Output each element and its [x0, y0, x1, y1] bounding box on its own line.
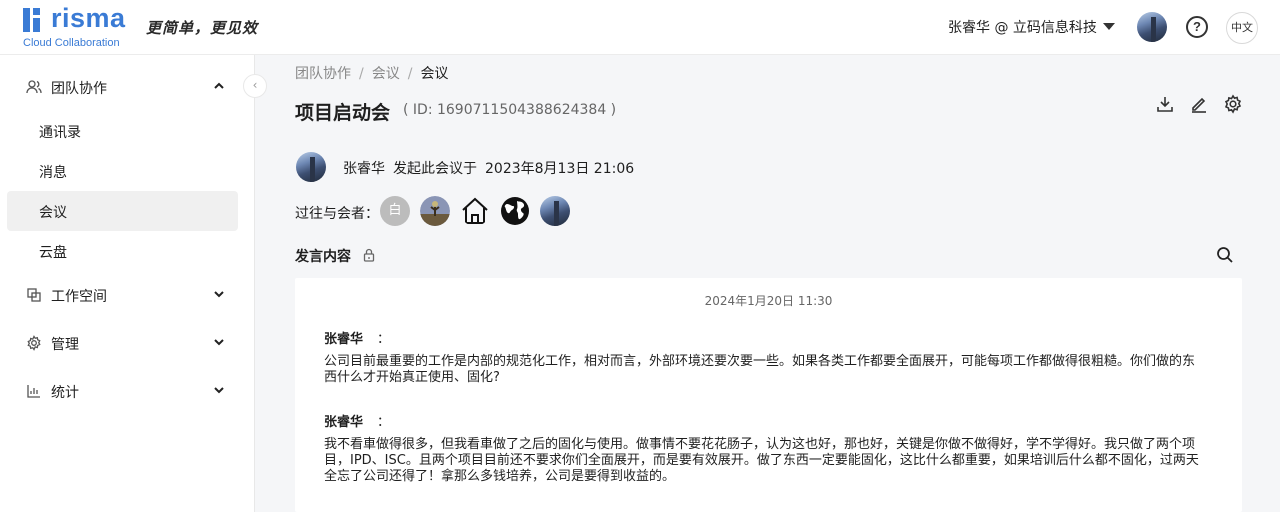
language-switch-button[interactable]: 中文 — [1226, 12, 1258, 44]
edit-icon[interactable] — [1189, 94, 1209, 114]
breadcrumb-item-meetings[interactable]: 会议 — [372, 66, 400, 82]
breadcrumb-item-current: 会议 — [420, 66, 449, 82]
sidebar-group-label: 管理 — [51, 337, 79, 353]
sidebar-group-workspace[interactable]: 工作空间 — [0, 275, 255, 315]
sidebar-item-cloud-drive[interactable]: 云盘 — [7, 231, 238, 271]
initiator-info: 张睿华 发起此会议于 2023年8月13日 21:06 — [343, 158, 642, 178]
sidebar-group-manage[interactable]: 管理 — [0, 323, 255, 363]
logo-mark-icon — [23, 8, 47, 32]
initiated-time: 2023年8月13日 21:06 — [485, 161, 635, 177]
speaker-colon: ： — [377, 332, 391, 347]
chevron-down-icon[interactable] — [212, 287, 226, 301]
help-icon[interactable]: ? — [1186, 16, 1208, 38]
workspace-icon — [27, 288, 41, 302]
sidebar-item-label: 云盘 — [39, 245, 67, 261]
meeting-id: ( ID: 1690711504388624384 ) — [403, 102, 617, 118]
transcript-date: 2024年1月20日 11:30 — [704, 294, 833, 308]
breadcrumb: 团队协作 / 会议 / 会议 — [295, 63, 448, 83]
attendee-avatar[interactable] — [420, 196, 450, 226]
speech-content-label: 发言内容 — [295, 249, 351, 265]
download-icon[interactable] — [1155, 94, 1175, 114]
user-org-menu[interactable]: 张睿华 @ 立码信息科技 — [948, 17, 1097, 37]
message-speaker: 张睿华 ： — [324, 328, 390, 347]
sidebar-group-label: 团队协作 — [51, 81, 107, 97]
risma-logo[interactable]: risma Cloud Collaboration — [23, 3, 131, 49]
sidebar-item-label: 通讯录 — [39, 125, 81, 141]
lock-icon[interactable] — [363, 248, 375, 262]
settings-icon[interactable] — [1223, 94, 1243, 114]
attendee-avatar[interactable]: 白 — [380, 196, 410, 226]
chevron-down-icon[interactable] — [212, 383, 226, 397]
message-speaker: 张睿华 ： — [324, 411, 390, 430]
sidebar-group-stats[interactable]: 统计 — [0, 371, 255, 411]
sidebar-group-team[interactable]: 团队协作 — [0, 67, 255, 107]
attendees-label: 过往与会者： — [295, 206, 379, 222]
sidebar-group-label: 统计 — [51, 385, 79, 401]
speaker-name: 张睿华 — [324, 332, 364, 347]
team-icon — [26, 80, 42, 94]
search-icon[interactable] — [1216, 246, 1234, 264]
page-title: 项目启动会 — [295, 102, 391, 124]
user-avatar[interactable] — [1137, 12, 1167, 42]
sidebar-item-label: 消息 — [39, 165, 67, 181]
speaker-colon: ： — [377, 415, 391, 430]
speaker-name: 张睿华 — [324, 415, 364, 430]
top-header: risma Cloud Collaboration 更简单，更见效 张睿华 @ … — [0, 0, 1280, 55]
initiator-avatar[interactable] — [296, 152, 326, 182]
sidebar-collapse-button[interactable]: ‹ — [243, 74, 267, 98]
sidebar-group-label: 工作空间 — [51, 289, 107, 305]
sidebar-item-label: 会议 — [39, 205, 67, 221]
logo-subtitle: Cloud Collaboration — [23, 37, 120, 49]
home-icon[interactable] — [460, 196, 490, 226]
chevron-down-icon[interactable] — [212, 335, 226, 349]
initiator-name[interactable]: 张睿华 — [343, 161, 385, 177]
sidebar-item-meetings[interactable]: 会议 — [7, 191, 238, 231]
chevron-up-icon[interactable] — [212, 79, 226, 93]
sidebar-item-messages[interactable]: 消息 — [7, 151, 238, 191]
initiated-label: 发起此会议于 — [393, 161, 477, 177]
attendee-avatar[interactable] — [540, 196, 570, 226]
chart-icon — [27, 385, 40, 398]
gear-icon — [27, 335, 41, 351]
sidebar: 团队协作 通讯录 消息 会议 云盘 工作空间 管理 统计 — [0, 55, 255, 512]
transcript-panel: 2024年1月20日 11:30 张睿华 ： 公司目前最重要的工作是内部的规范化工… — [295, 278, 1242, 512]
globe-icon[interactable] — [500, 196, 530, 226]
slogan: 更简单，更见效 — [146, 19, 259, 37]
breadcrumb-separator: / — [359, 66, 364, 82]
logo-word: risma — [51, 3, 126, 33]
breadcrumb-separator: / — [407, 66, 413, 82]
caret-down-icon[interactable] — [1103, 23, 1115, 30]
breadcrumb-item-team[interactable]: 团队协作 — [295, 66, 351, 82]
message-text: 公司目前最重要的工作是内部的规范化工作，相对而言，外部环境还要次要一些。如果各类… — [324, 354, 1196, 385]
message-text: 我不看車做得很多，但我看車做了之后的固化与使用。做事情不要花花肠子，认为这也好，… — [324, 437, 1199, 484]
sidebar-item-contacts[interactable]: 通讯录 — [7, 111, 238, 151]
